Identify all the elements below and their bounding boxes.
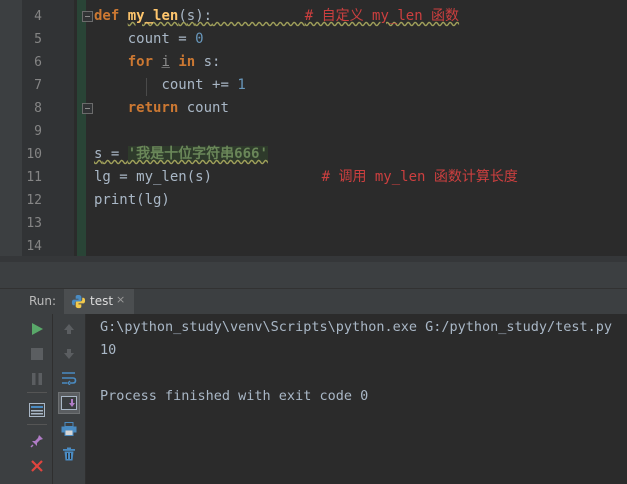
line-number: 12 (26, 193, 42, 208)
code-line-4[interactable]: 4 def my_len(s): # 自定义 my_len 函数 (0, 5, 627, 28)
pause-icon[interactable] (27, 369, 47, 389)
run-console[interactable]: G:\python_study\venv\Scripts\python.exe … (86, 314, 627, 484)
soft-wrap-icon[interactable] (59, 368, 79, 388)
code-text: s = '我是十位字符串666' (94, 146, 268, 162)
code-line-5[interactable]: 5 count = 0 (0, 28, 627, 51)
code-text: count += 1 (161, 77, 246, 93)
line-number: 13 (26, 216, 42, 231)
line-number: 10 (26, 147, 42, 162)
left-tool-strip-bottom (0, 314, 23, 484)
toolbar-separator (27, 392, 47, 393)
line-number: 9 (34, 124, 42, 139)
restore-layout-icon[interactable] (27, 400, 47, 420)
code-editor[interactable]: 4 def my_len(s): # 自定义 my_len 函数 5 count… (0, 0, 627, 262)
code-text: return count (127, 100, 229, 116)
line-number: 11 (26, 170, 42, 185)
fold-end-marker-icon[interactable] (82, 103, 93, 114)
horizontal-scrollbar-area[interactable] (0, 262, 627, 288)
code-text: count = 0 (127, 31, 204, 47)
code-line-10[interactable]: 10 s = '我是十位字符串666' (0, 143, 627, 166)
code-text: def my_len(s): # 自定义 my_len 函数 (94, 8, 460, 24)
code-text: for i in s: (127, 54, 221, 70)
run-label: Run: (29, 294, 57, 308)
line-number: 6 (34, 55, 42, 70)
console-command-line: G:\python_study\venv\Scripts\python.exe … (100, 319, 613, 335)
scroll-to-end-icon[interactable] (58, 392, 80, 414)
play-icon[interactable] (27, 319, 47, 339)
run-panel-header: Run: test × (0, 288, 627, 315)
console-output-line: 10 (100, 342, 117, 358)
python-icon (71, 294, 86, 309)
close-icon[interactable]: × (116, 293, 125, 306)
close-icon[interactable] (27, 456, 47, 476)
pin-icon[interactable] (27, 431, 47, 451)
code-line-7[interactable]: 7 count += 1 (0, 74, 627, 97)
code-line-8[interactable]: 8 return count (0, 97, 627, 120)
line-number: 7 (34, 78, 42, 93)
code-line-6[interactable]: 6 for i in s: (0, 51, 627, 74)
fold-marker-icon[interactable] (82, 11, 93, 22)
trash-icon[interactable] (59, 444, 79, 464)
code-line-14[interactable]: 14 (0, 235, 627, 258)
line-number: 5 (34, 32, 42, 47)
arrow-up-icon[interactable] (59, 319, 79, 339)
line-number: 14 (26, 239, 42, 254)
arrow-down-icon[interactable] (59, 344, 79, 364)
line-number: 8 (34, 101, 42, 116)
code-line-11[interactable]: 11 lg = my_len(s) # 调用 my_len 函数计算长度 (0, 166, 627, 189)
code-line-9[interactable]: 9 (0, 120, 627, 143)
toolbar-separator (27, 424, 47, 425)
run-tab-label: test (90, 294, 114, 308)
print-icon[interactable] (59, 419, 79, 439)
code-text: print(lg) (94, 192, 170, 208)
console-exit-message: Process finished with exit code 0 (100, 388, 369, 404)
code-text: lg = my_len(s) # 调用 my_len 函数计算长度 (94, 169, 518, 185)
code-line-13[interactable]: 13 (0, 212, 627, 235)
code-line-12[interactable]: 12 print(lg) (0, 189, 627, 212)
stop-icon[interactable] (27, 344, 47, 364)
line-number: 4 (34, 9, 42, 24)
run-tab-test[interactable]: test × (64, 289, 134, 314)
